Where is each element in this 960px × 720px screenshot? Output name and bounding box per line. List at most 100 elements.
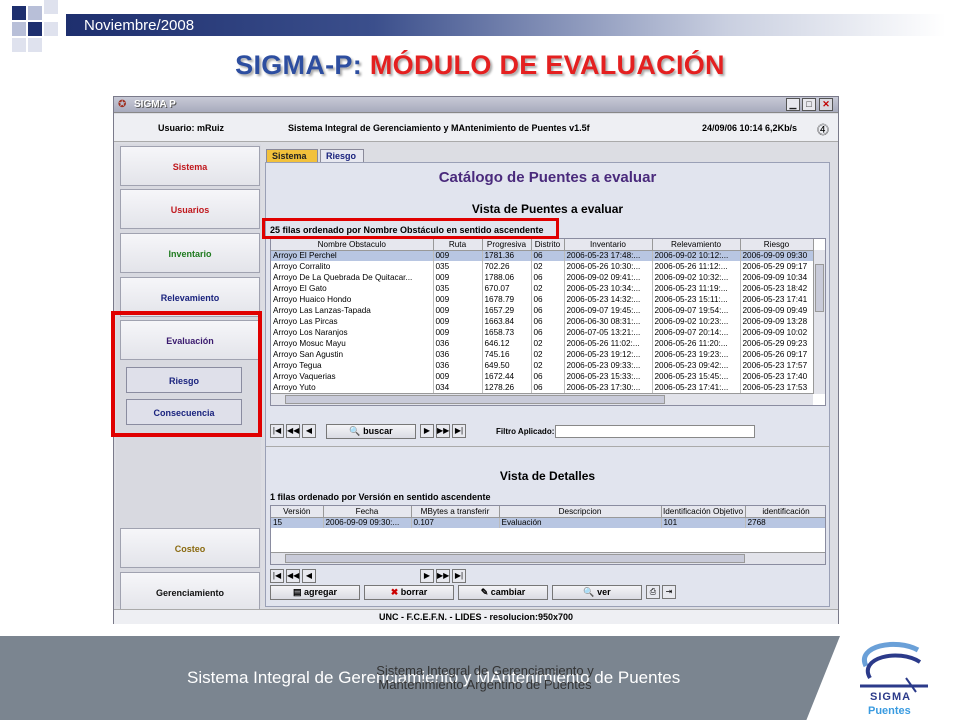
cambiar-button[interactable]: ✎ cambiar <box>458 585 548 600</box>
table-row[interactable]: Arroyo Las Lanzas-Tapada 009 1657.29 06 2006… <box>271 305 814 316</box>
table-cell: 009 <box>433 327 483 338</box>
table-cell: 2006-05-23 10:34:... <box>564 283 653 294</box>
next-page-fast-button[interactable]: ▶▶ <box>436 569 450 583</box>
table-cell: 2006-05-23 11:19:... <box>652 283 741 294</box>
table-cell: 2006-09-09 10:02 <box>740 327 814 338</box>
table-cell: Arroyo Las Pircas <box>271 316 434 327</box>
table-cell: 009 <box>433 316 483 327</box>
column-header[interactable]: MBytes a transferir <box>411 506 500 518</box>
column-header[interactable]: Distrito <box>531 239 565 251</box>
search-icon: 🔍 <box>349 426 361 436</box>
info-icon[interactable]: ⓸ <box>817 121 829 138</box>
table-row[interactable]: Arroyo El Gato 035 670.07 02 2006-05-23 10:3… <box>271 283 814 294</box>
table-cell: 06 <box>531 327 565 338</box>
agregar-button[interactable]: ▤ agregar <box>270 585 360 600</box>
column-header[interactable]: Identificación Objetivo <box>661 506 746 518</box>
horizontal-scrollbar[interactable] <box>271 393 813 405</box>
nav-gerenciamiento-button[interactable]: Gerenciamiento <box>120 572 260 612</box>
prev-page-button[interactable]: ◀ <box>302 569 316 583</box>
table-cell: 2006-05-26 11:02:... <box>564 338 653 349</box>
column-header[interactable]: Inventario <box>564 239 653 251</box>
table-cell: Arroyo Mosuc Mayu <box>271 338 434 349</box>
column-header[interactable]: Riesgo <box>740 239 814 251</box>
table-cell: Arroyo El Gato <box>271 283 434 294</box>
table-row[interactable]: Arroyo De La Quebrada De Quitacar... 009 1… <box>271 272 814 283</box>
table-cell: 2006-05-23 17:48:... <box>564 250 653 261</box>
user-label: Usuario: mRuiz <box>158 123 225 133</box>
first-page-button[interactable]: |◀ <box>270 424 284 438</box>
column-header[interactable]: Versión <box>271 506 324 518</box>
column-header[interactable]: identificación <box>745 506 825 518</box>
table-cell: 2006-05-23 19:12:... <box>564 349 653 360</box>
table-row[interactable]: Arroyo Tegua 036 649.50 02 2006-05-23 09:33:… <box>271 360 814 371</box>
nav-inventario-button[interactable]: Inventario <box>120 233 260 273</box>
app-footer: UNC - F.C.E.F.N. - LIDES - resolucion:95… <box>114 609 838 624</box>
tab-sistema[interactable]: Sistema <box>266 149 318 163</box>
maximize-button[interactable]: □ <box>802 98 816 111</box>
column-header[interactable]: Relevamiento <box>652 239 741 251</box>
first-page-button[interactable]: |◀ <box>270 569 284 583</box>
table-cell: 2006-05-23 15:45:... <box>652 371 741 382</box>
table-row[interactable]: Arroyo El Perchel 009 1781.36 06 2006-05-23 … <box>271 250 814 261</box>
exit-icon[interactable]: ⇥ <box>662 585 676 599</box>
table-row[interactable]: Arroyo Yuto 034 1278.26 06 2006-05-23 17:30:… <box>271 382 814 393</box>
last-page-button[interactable]: ▶| <box>452 569 466 583</box>
delete-icon: ✖ <box>390 587 399 597</box>
table-cell: 2006-09-07 19:54:... <box>652 305 741 316</box>
table-cell: 1663.84 <box>482 316 532 327</box>
table-cell: 2006-09-02 10:32:... <box>652 272 741 283</box>
table-cell: 2006-05-23 15:11:... <box>652 294 741 305</box>
table-row[interactable]: Arroyo Vaquerias 009 1672.44 06 2006-05-23 1… <box>271 371 814 382</box>
column-header[interactable]: Descripcion <box>499 506 662 518</box>
prev-page-button[interactable]: ◀ <box>302 424 316 438</box>
print-icon[interactable]: ⎙ <box>646 585 660 599</box>
column-header[interactable]: Ruta <box>433 239 483 251</box>
next-page-button[interactable]: ▶ <box>420 569 434 583</box>
close-button[interactable]: ✕ <box>819 98 833 111</box>
nav-costeo-button[interactable]: Costeo <box>120 528 260 568</box>
table-row[interactable]: Arroyo Mosuc Mayu 036 646.12 02 2006-05-26 1… <box>271 338 814 349</box>
table-cell: 02 <box>531 261 565 272</box>
table-cell: 2006-09-07 20:14:... <box>652 327 741 338</box>
detalles-horizontal-scrollbar[interactable] <box>271 552 825 564</box>
nav-sistema-button[interactable]: Sistema <box>120 146 260 186</box>
slide-date: Noviembre/2008 <box>84 17 195 34</box>
table-cell: 06 <box>531 382 565 393</box>
ver-button[interactable]: 🔍 ver <box>552 585 642 600</box>
table-cell: 15 <box>271 517 324 528</box>
filtro-input[interactable] <box>555 425 755 438</box>
table-cell: 009 <box>433 294 483 305</box>
last-page-button[interactable]: ▶| <box>452 424 466 438</box>
next-page-fast-button[interactable]: ▶▶ <box>436 424 450 438</box>
table-cell: 02 <box>531 338 565 349</box>
table-cell: 0.107 <box>411 517 500 528</box>
table-row[interactable]: Arroyo Huaico Hondo 009 1678.79 06 2006-05-2… <box>271 294 814 305</box>
table-row[interactable]: Arroyo San Agustin 036 745.16 02 2006-05-23 … <box>271 349 814 360</box>
table-cell: 06 <box>531 305 565 316</box>
tab-riesgo[interactable]: Riesgo <box>320 149 364 163</box>
table-cell: 035 <box>433 261 483 272</box>
minimize-button[interactable]: ▁ <box>786 98 800 111</box>
action-row: ▤ agregar ✖ borrar ✎ cambiar 🔍 ver ⎙ ⇥ <box>270 585 830 603</box>
vertical-scrollbar[interactable] <box>813 250 825 394</box>
borrar-button[interactable]: ✖ borrar <box>364 585 454 600</box>
prev-page-fast-button[interactable]: ◀◀ <box>286 569 300 583</box>
table-cell: 1657.29 <box>482 305 532 316</box>
nav-usuarios-button[interactable]: Usuarios <box>120 189 260 229</box>
column-header[interactable]: Progresiva <box>482 239 532 251</box>
table-row[interactable]: Arroyo Corralito 035 702.26 02 2006-05-26 10… <box>271 261 814 272</box>
column-header[interactable]: Nombre Obstaculo <box>271 239 434 251</box>
table-cell: 2006-05-26 09:17 <box>740 349 814 360</box>
overlay-text: Sistema Integral de Gerenciamiento y Man… <box>376 663 594 692</box>
next-page-button[interactable]: ▶ <box>420 424 434 438</box>
app-icon: ✪ <box>118 99 127 110</box>
table-row[interactable]: Arroyo Los Naranjos 009 1658.73 06 2006-07-0… <box>271 327 814 338</box>
table-row[interactable]: Arroyo Las Pircas 009 1663.84 06 2006-06-30 … <box>271 316 814 327</box>
buscar-button[interactable]: 🔍 buscar <box>326 424 416 439</box>
prev-page-fast-button[interactable]: ◀◀ <box>286 424 300 438</box>
table-cell: 2006-05-26 10:30:... <box>564 261 653 272</box>
cambiar-label: cambiar <box>490 587 526 597</box>
table-row[interactable]: 15 2006-09-09 09:30:... 0.107 Evaluación 101… <box>271 517 825 528</box>
table-cell: Arroyo Los Naranjos <box>271 327 434 338</box>
column-header[interactable]: Fecha <box>323 506 412 518</box>
